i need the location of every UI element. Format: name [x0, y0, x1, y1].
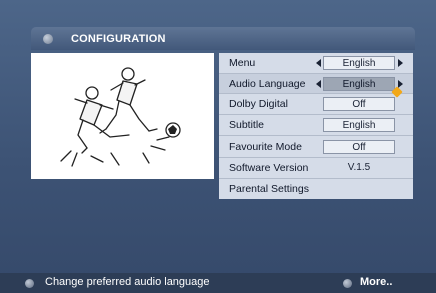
parental-settings-row[interactable]: Parental Settings	[219, 179, 413, 199]
menu-value[interactable]: English	[323, 56, 395, 70]
favourite-mode-label: Favourite Mode	[229, 140, 302, 153]
preview-image	[31, 53, 214, 179]
menu-ball-icon	[43, 33, 53, 44]
audio-language-label: Audio Language	[229, 77, 306, 90]
menu-label: Menu	[229, 57, 256, 69]
right-arrow-icon[interactable]	[398, 80, 403, 88]
parental-settings-label: Parental Settings	[229, 183, 309, 195]
dolby-digital-label: Dolby Digital	[229, 98, 288, 110]
info-ball-icon	[25, 279, 34, 288]
page-title: CONFIGURATION	[71, 32, 166, 45]
dolby-digital-row[interactable]: Dolby Digital Off	[219, 94, 413, 115]
subtitle-label: Subtitle	[229, 119, 265, 131]
favourite-mode-value[interactable]: Off	[323, 140, 395, 154]
favourite-mode-row[interactable]: Favourite Mode Off	[219, 136, 413, 158]
left-arrow-icon[interactable]	[316, 80, 321, 88]
menu-row[interactable]: Menu English	[219, 53, 413, 74]
audio-language-row[interactable]: Audio Language English	[219, 74, 413, 94]
subtitle-row[interactable]: Subtitle English	[219, 115, 413, 136]
software-version-row: Software Version V.1.5	[219, 158, 413, 179]
audio-language-value[interactable]: English	[323, 77, 395, 91]
more-button[interactable]: More..	[360, 276, 392, 288]
more-ball-icon[interactable]	[343, 279, 352, 288]
football-players-illustration	[60, 67, 181, 167]
right-arrow-icon[interactable]	[398, 59, 403, 67]
software-version-value: V.1.5	[347, 162, 371, 173]
dolby-digital-value[interactable]: Off	[323, 97, 395, 111]
settings-panel: Menu English Audio Language English Dolb…	[219, 53, 413, 199]
left-arrow-icon[interactable]	[316, 59, 321, 67]
tv-screen: CONFIGURATION Menu English Audio Languag…	[0, 0, 436, 293]
software-version-label: Software Version	[229, 162, 309, 174]
footer-hint: Change preferred audio language	[45, 276, 210, 288]
subtitle-value[interactable]: English	[323, 118, 395, 132]
configuration-title-bar: CONFIGURATION	[31, 27, 415, 50]
